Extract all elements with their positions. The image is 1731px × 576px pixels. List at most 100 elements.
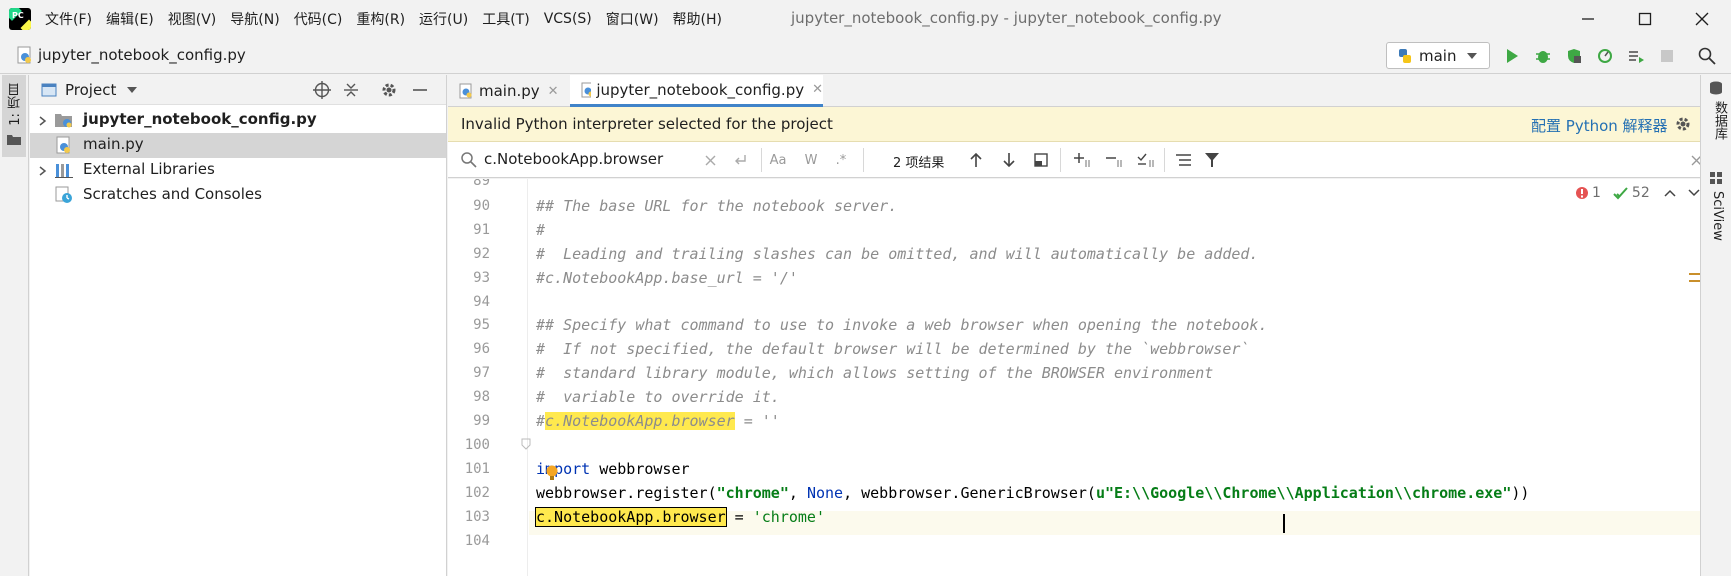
maximize-icon xyxy=(1638,12,1652,26)
profile-button[interactable] xyxy=(1595,46,1615,66)
add-selection-button[interactable] xyxy=(1072,150,1092,170)
tree-item-main-py[interactable]: main.py xyxy=(30,133,446,158)
tab-label: jupyter_notebook_config.py xyxy=(596,80,805,99)
previous-occurrence-button[interactable] xyxy=(966,150,986,170)
code-editor[interactable]: 89 90 91 92 93 94 95 96 97 98 99 100 101… xyxy=(448,179,1700,576)
right-tool-stripe: 数据库 SciView xyxy=(1700,75,1731,576)
keyword-token: None xyxy=(806,484,844,502)
maximize-button[interactable] xyxy=(1630,4,1660,34)
code-line: # standard library module, which allows … xyxy=(536,364,1214,382)
close-window-button[interactable] xyxy=(1687,4,1717,34)
string-token: "chrome" xyxy=(716,484,789,502)
filter-lines-button[interactable] xyxy=(1174,150,1194,170)
project-tool-window: Project jupyter_notebook_config.py main.… xyxy=(30,75,447,576)
tab-main-py[interactable]: main.py ✕ xyxy=(448,75,568,107)
code-line: ## The base URL for the notebook server. xyxy=(536,197,898,215)
concurrency-button[interactable] xyxy=(1626,46,1646,66)
find-input[interactable] xyxy=(484,148,684,170)
run-button[interactable] xyxy=(1502,46,1522,66)
minimize-icon xyxy=(1582,18,1594,20)
tree-item-external-libraries[interactable]: External Libraries xyxy=(30,158,446,183)
project-tool-tab[interactable]: 1: 项目 xyxy=(2,75,26,157)
chevron-down-icon[interactable] xyxy=(126,85,138,95)
project-tool-tab-label: 1: 项目 xyxy=(8,83,23,126)
fold-marker-icon[interactable] xyxy=(521,438,531,450)
tree-item-project-root[interactable]: jupyter_notebook_config.py xyxy=(30,108,446,133)
menu-edit[interactable]: 编辑(E) xyxy=(106,9,154,29)
code-token: # xyxy=(536,412,546,430)
menu-navigate[interactable]: 导航(N) xyxy=(230,9,279,29)
stop-button[interactable] xyxy=(1657,46,1677,66)
tab-jupyter-config[interactable]: jupyter_notebook_config.py ✕ xyxy=(570,75,823,107)
code-line: # xyxy=(536,221,546,239)
menu-file[interactable]: 文件(F) xyxy=(45,9,92,29)
menu-run[interactable]: 运行(U) xyxy=(419,9,468,29)
regex-toggle[interactable]: .* xyxy=(831,150,851,170)
debug-button[interactable] xyxy=(1533,46,1553,66)
sciview-tool-tab[interactable]: SciView xyxy=(1710,191,1725,241)
open-in-window-button[interactable] xyxy=(1031,150,1051,170)
crosshair-icon xyxy=(313,81,331,99)
code-line: # If not specified, the default browser … xyxy=(536,340,1250,358)
select-all-occurrences-button[interactable] xyxy=(1136,150,1156,170)
arrow-up-icon xyxy=(970,152,982,167)
line-number: 91 xyxy=(473,222,490,238)
whole-words-toggle[interactable]: W xyxy=(801,150,821,170)
inspection-widget[interactable]: 1 52 xyxy=(1575,185,1700,201)
configure-interpreter-link[interactable]: 配置 Python 解释器 xyxy=(1531,115,1668,136)
minimize-button[interactable] xyxy=(1573,4,1603,34)
remove-occurrence-icon xyxy=(1106,157,1122,167)
close-tab-icon[interactable]: ✕ xyxy=(548,84,559,99)
breadcrumb[interactable]: jupyter_notebook_config.py xyxy=(16,46,246,64)
profiler-icon xyxy=(1598,49,1612,63)
hide-panel-button[interactable] xyxy=(410,80,430,100)
gear-icon[interactable] xyxy=(1674,115,1692,133)
tree-item-scratches[interactable]: Scratches and Consoles xyxy=(30,183,446,208)
menu-vcs[interactable]: VCS(S) xyxy=(544,11,592,27)
divider xyxy=(1164,148,1165,172)
menu-window[interactable]: 窗口(W) xyxy=(606,9,659,29)
chevron-up-icon[interactable] xyxy=(1664,188,1676,198)
line-number: 92 xyxy=(473,246,490,262)
arrow-down-icon xyxy=(1003,153,1015,168)
next-occurrence-button[interactable] xyxy=(999,150,1019,170)
library-icon xyxy=(55,164,73,178)
chevron-down-icon[interactable] xyxy=(1688,188,1700,198)
remove-selection-button[interactable] xyxy=(1104,150,1124,170)
search-match: c.NotebookApp.browser xyxy=(545,412,735,430)
divider xyxy=(863,148,864,172)
line-number: 97 xyxy=(473,365,490,381)
close-tab-icon[interactable]: ✕ xyxy=(812,82,823,97)
menu-code[interactable]: 代码(C) xyxy=(294,9,343,29)
search-everywhere-button[interactable] xyxy=(1697,46,1717,66)
project-panel-title[interactable]: Project xyxy=(65,81,116,99)
close-icon xyxy=(705,155,715,165)
chevron-right-icon[interactable] xyxy=(36,165,48,177)
locate-file-button[interactable] xyxy=(312,80,332,100)
panel-settings-button[interactable] xyxy=(379,80,399,100)
text-filter-icon xyxy=(1176,154,1191,166)
chevron-right-icon[interactable] xyxy=(36,115,48,127)
code-token: , webbrowser.GenericBrowser( xyxy=(843,484,1096,502)
menu-help[interactable]: 帮助(H) xyxy=(673,9,722,29)
run-configuration-select[interactable]: main xyxy=(1386,42,1490,69)
line-number: 93 xyxy=(473,270,490,286)
string-token: u"E:\\Google\\Chrome\\Application\\chrom… xyxy=(1095,484,1512,502)
list-run-icon xyxy=(1629,51,1644,63)
database-tool-tab[interactable]: 数据库 xyxy=(1710,101,1729,140)
line-number-gutter[interactable]: 89 90 91 92 93 94 95 96 97 98 99 100 101… xyxy=(448,179,531,576)
menu-tools[interactable]: 工具(T) xyxy=(482,9,529,29)
run-configuration-label: main xyxy=(1419,46,1457,65)
match-case-toggle[interactable]: Aa xyxy=(768,150,788,170)
menu-refactor[interactable]: 重构(R) xyxy=(356,9,405,29)
new-line-button[interactable] xyxy=(730,150,750,170)
menu-view[interactable]: 视图(V) xyxy=(168,9,217,29)
keyword-token: port xyxy=(554,460,591,478)
editor-tab-bar: main.py ✕ jupyter_notebook_config.py ✕ xyxy=(448,75,1700,107)
collapse-all-button[interactable] xyxy=(341,80,361,100)
scrollbar-marker[interactable] xyxy=(1689,273,1700,282)
coverage-button[interactable] xyxy=(1564,46,1584,66)
search-filter-button[interactable] xyxy=(1202,150,1222,170)
clear-search-button[interactable] xyxy=(700,150,720,170)
intention-bulb-icon[interactable] xyxy=(545,465,559,481)
